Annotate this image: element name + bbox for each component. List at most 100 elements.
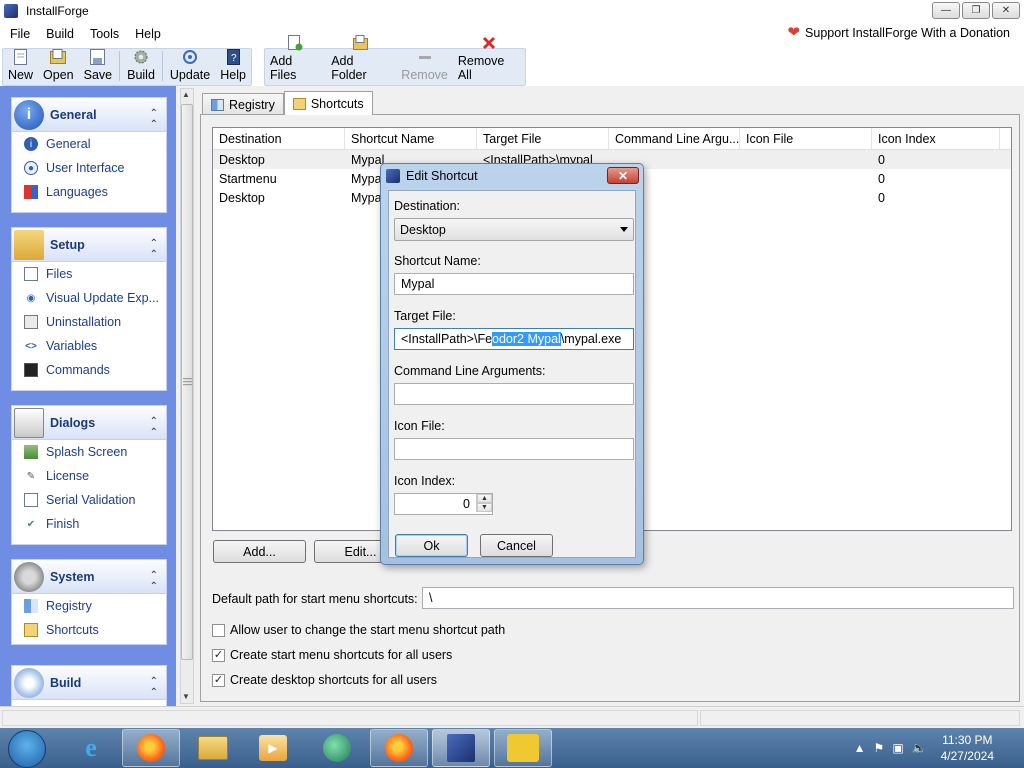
nav-item-user-interface[interactable]: ● User Interface bbox=[12, 156, 166, 180]
update-icon bbox=[182, 48, 198, 65]
clock[interactable]: 11:30 PM 4/27/2024 bbox=[941, 732, 994, 764]
update-button[interactable]: Update bbox=[165, 48, 215, 85]
default-path-input[interactable]: \ bbox=[422, 587, 1014, 609]
collapse-chevron-icon[interactable]: ⌃ ⌃ bbox=[150, 238, 159, 260]
column-header[interactable]: Target File bbox=[477, 128, 609, 149]
nav-header-general[interactable]: i General ⌃ ⌃ bbox=[12, 98, 166, 132]
target-file-input[interactable]: <InstallPath>\Fe odor2 Mypal \mypal.exe bbox=[394, 328, 634, 350]
taskbar-media-player[interactable]: ▶ bbox=[244, 729, 302, 767]
add-files-button[interactable]: Add Files bbox=[265, 34, 326, 85]
icon-index-spinner[interactable]: ▲ ▼ bbox=[476, 494, 492, 512]
tab-shortcuts[interactable]: Shortcuts bbox=[283, 91, 373, 115]
toolbar-group-files: Add Files Add Folder Remove Remove All bbox=[264, 34, 526, 86]
menu-tools[interactable]: Tools bbox=[82, 27, 127, 41]
dialog-close-button[interactable]: ✕ bbox=[607, 167, 639, 184]
nav-item-variables[interactable]: <> Variables bbox=[12, 334, 166, 358]
collapse-chevron-icon[interactable]: ⌃ ⌃ bbox=[150, 676, 159, 698]
action-center-flag-icon[interactable]: ⚑ bbox=[874, 741, 885, 755]
nav-item-finish[interactable]: ✔ Finish bbox=[12, 512, 166, 536]
new-button[interactable]: New bbox=[3, 48, 38, 85]
nav-item-general[interactable]: i General bbox=[12, 132, 166, 156]
spin-up-icon[interactable]: ▲ bbox=[477, 494, 492, 503]
taskbar-firefox[interactable] bbox=[122, 729, 180, 767]
save-button[interactable]: Save bbox=[79, 48, 118, 85]
spin-down-icon[interactable]: ▼ bbox=[477, 503, 492, 512]
add-folder-button[interactable]: Add Folder bbox=[326, 34, 396, 85]
grip-icon: — — — bbox=[183, 373, 192, 389]
nav-item-uninstallation[interactable]: Uninstallation bbox=[12, 310, 166, 334]
collapse-chevron-icon[interactable]: ⌃ ⌃ bbox=[150, 416, 159, 438]
collapse-chevron-icon[interactable]: ⌃ ⌃ bbox=[150, 570, 159, 592]
column-header[interactable]: Command Line Argu... bbox=[609, 128, 740, 149]
nav-header-system[interactable]: System ⌃ ⌃ bbox=[12, 560, 166, 594]
shortcut-name-label: Shortcut Name: bbox=[394, 254, 481, 268]
nav-item-visual-update[interactable]: ◉ Visual Update Exp... bbox=[12, 286, 166, 310]
scroll-down-arrow-icon[interactable]: ▼ bbox=[182, 692, 190, 701]
nav-item-license[interactable]: ✎ License bbox=[12, 464, 166, 488]
dialog-title-bar[interactable]: Edit Shortcut ✕ bbox=[381, 164, 643, 188]
open-button[interactable]: Open bbox=[38, 48, 79, 85]
nav-item-shortcuts[interactable]: Shortcuts bbox=[12, 618, 166, 642]
column-header[interactable]: Icon Index bbox=[872, 128, 1000, 149]
nav-item-commands[interactable]: Commands bbox=[12, 358, 166, 382]
taskbar-file-explorer[interactable] bbox=[184, 729, 242, 767]
checkbox-checked-icon: ✓ bbox=[212, 673, 225, 687]
taskbar-firefox-2[interactable] bbox=[370, 729, 428, 767]
nav-item-languages[interactable]: Languages bbox=[12, 180, 166, 204]
shortcut-name-input[interactable]: Mypal bbox=[394, 273, 634, 295]
command-line-args-input[interactable] bbox=[394, 383, 634, 405]
taskbar-app[interactable] bbox=[308, 729, 366, 767]
installforge-icon bbox=[447, 734, 475, 762]
tab-registry[interactable]: Registry bbox=[202, 93, 284, 115]
svg-text:?: ? bbox=[231, 53, 237, 64]
volume-muted-icon[interactable]: 🔈 bbox=[912, 741, 927, 755]
window-title: InstallForge bbox=[26, 4, 89, 18]
collapse-chevron-icon[interactable]: ⌃ ⌃ bbox=[150, 108, 159, 130]
heart-icon: ❤ bbox=[787, 24, 801, 41]
start-menu-all-users-checkbox[interactable]: ✓ Create start menu shortcuts for all us… bbox=[212, 648, 452, 662]
app-icon bbox=[386, 169, 400, 183]
start-button[interactable] bbox=[8, 730, 46, 768]
remove-all-button[interactable]: Remove All bbox=[453, 34, 525, 85]
column-header[interactable]: Icon File bbox=[740, 128, 872, 149]
media-player-icon: ▶ bbox=[259, 735, 287, 761]
taskbar-installforge[interactable] bbox=[432, 729, 490, 767]
ok-button[interactable]: Ok bbox=[395, 534, 468, 557]
show-hidden-icons-icon[interactable]: ▲ bbox=[854, 741, 866, 755]
red-x-icon bbox=[481, 34, 497, 51]
desktop-all-users-checkbox[interactable]: ✓ Create desktop shortcuts for all users bbox=[212, 673, 437, 687]
donate-link[interactable]: ❤ Support InstallForge With a Donation bbox=[787, 24, 1010, 41]
icon-file-input[interactable] bbox=[394, 438, 634, 460]
help-button[interactable]: ? Help bbox=[215, 48, 251, 85]
nav-section-build: Build ⌃ ⌃ bbox=[11, 665, 167, 706]
scroll-up-arrow-icon[interactable]: ▲ bbox=[182, 90, 190, 99]
allow-change-checkbox[interactable]: Allow user to change the start menu shor… bbox=[212, 623, 505, 637]
new-file-icon bbox=[13, 48, 29, 65]
column-header[interactable]: Shortcut Name bbox=[345, 128, 477, 149]
firefox-icon bbox=[385, 734, 413, 762]
column-header[interactable]: Destination bbox=[213, 128, 345, 149]
remove-button[interactable]: Remove bbox=[396, 48, 453, 85]
network-icon[interactable]: ▣ bbox=[892, 741, 903, 755]
nav-item-splash-screen[interactable]: Splash Screen bbox=[12, 440, 166, 464]
cancel-button[interactable]: Cancel bbox=[480, 534, 553, 557]
menu-file[interactable]: File bbox=[0, 27, 38, 41]
donate-label: Support InstallForge With a Donation bbox=[805, 26, 1010, 40]
restore-button[interactable]: ❐ bbox=[962, 2, 990, 19]
destination-select[interactable]: Desktop bbox=[394, 218, 634, 241]
menu-build[interactable]: Build bbox=[38, 27, 82, 41]
taskbar-app-rh[interactable] bbox=[494, 729, 552, 767]
nav-item-registry[interactable]: Registry bbox=[12, 594, 166, 618]
file-icon bbox=[24, 267, 38, 281]
nav-header-setup[interactable]: Setup ⌃ ⌃ bbox=[12, 228, 166, 262]
nav-item-files[interactable]: Files bbox=[12, 262, 166, 286]
add-button[interactable]: Add... bbox=[213, 540, 306, 563]
nav-item-serial-validation[interactable]: Serial Validation bbox=[12, 488, 166, 512]
build-button[interactable]: Build bbox=[122, 48, 160, 85]
close-button[interactable]: ✕ bbox=[992, 2, 1020, 19]
nav-header-dialogs[interactable]: Dialogs ⌃ ⌃ bbox=[12, 406, 166, 440]
minimize-button[interactable]: — bbox=[932, 2, 960, 19]
nav-header-build[interactable]: Build ⌃ ⌃ bbox=[12, 666, 166, 700]
taskbar-internet-explorer[interactable]: e bbox=[62, 729, 120, 767]
menu-help[interactable]: Help bbox=[127, 27, 169, 41]
